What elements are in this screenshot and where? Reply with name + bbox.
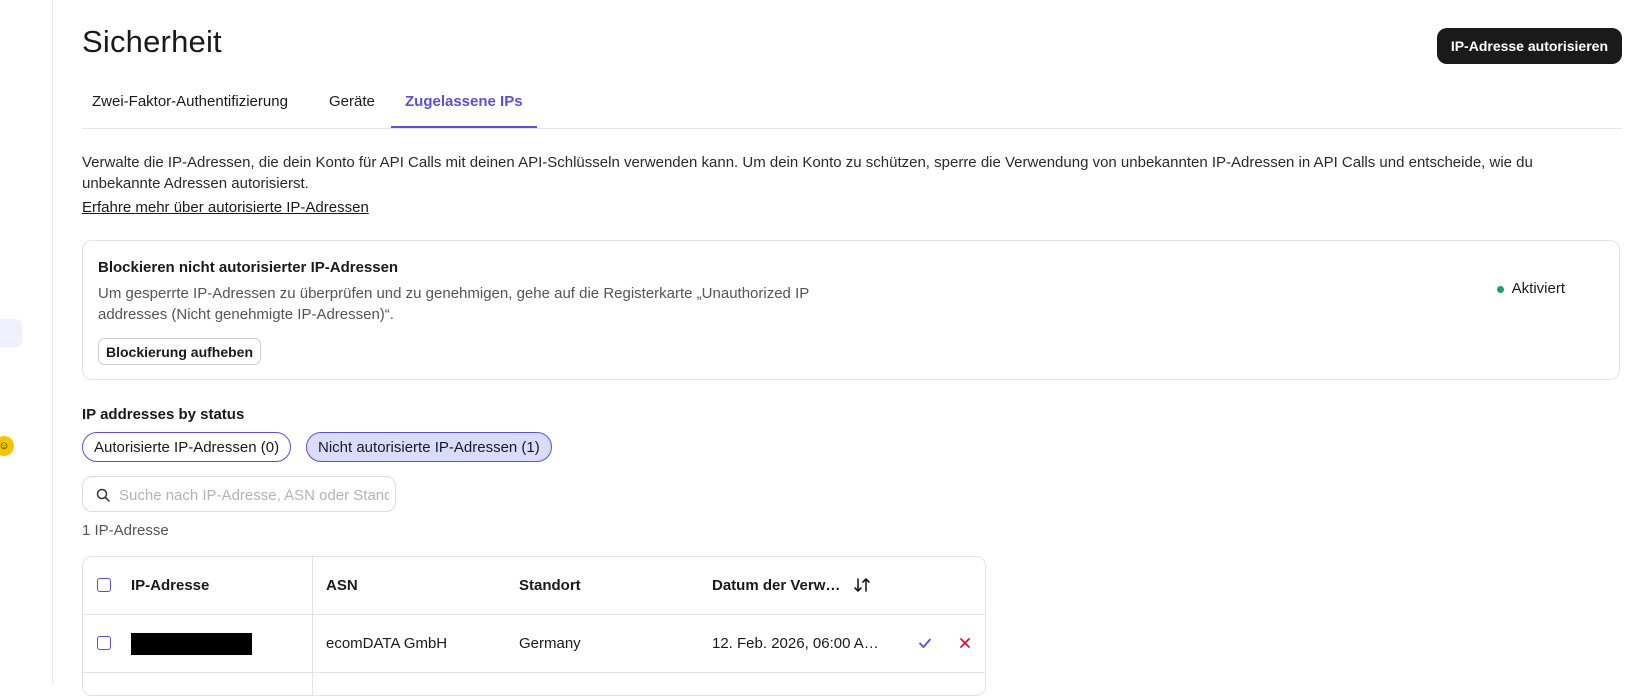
learn-more-link[interactable]: Erfahre mehr über autorisierte IP-Adress… — [82, 199, 369, 216]
status-badge: Aktiviert — [1496, 280, 1565, 297]
authorize-ip-button[interactable]: IP-Adresse autorisieren — [1436, 28, 1622, 64]
cell-asn: ecomDATA GmbH — [326, 635, 448, 652]
cell-location: Germany — [519, 635, 581, 652]
column-date: Datum der Verw… — [712, 577, 841, 594]
table-header: IP-Adresse ASN Standort Datum der Verw… — [83, 557, 985, 615]
block-unauthorized-card: Blockieren nicht autorisierter IP-Adress… — [82, 240, 1620, 380]
select-all-checkbox[interactable] — [97, 578, 111, 592]
status-label: Aktiviert — [1511, 280, 1565, 297]
notification-badge-icon[interactable]: ☺ — [0, 436, 14, 456]
redacted-ip — [131, 633, 252, 655]
column-asn: ASN — [326, 577, 358, 594]
intro-text: Verwalte die IP-Adressen, die dein Konto… — [82, 154, 1533, 192]
ip-table: IP-Adresse ASN Standort Datum der Verw… … — [82, 556, 986, 696]
search-icon — [96, 488, 110, 502]
tab-allowed-ips[interactable]: Zugelassene IPs — [391, 86, 537, 128]
filter-unauthorized[interactable]: Nicht autorisierte IP-Adressen (1) — [306, 432, 552, 462]
close-icon[interactable] — [955, 633, 975, 653]
sort-icon[interactable] — [853, 576, 871, 594]
unblock-button[interactable]: Blockierung aufheben — [98, 338, 262, 365]
cell-date: 12. Feb. 2026, 06:00 A… — [712, 635, 879, 652]
sidebar-active-indicator[interactable] — [0, 319, 22, 347]
column-ip: IP-Adresse — [131, 577, 210, 594]
status-section-label: IP addresses by status — [82, 406, 245, 423]
tab-devices[interactable]: Geräte — [315, 86, 389, 127]
search-box — [82, 476, 396, 513]
card-title: Blockieren nicht autorisierter IP-Adress… — [98, 259, 399, 276]
filter-authorized[interactable]: Autorisierte IP-Adressen (0) — [82, 432, 292, 462]
tab-two-factor[interactable]: Zwei-Faktor-Authentifizierung — [78, 86, 302, 127]
search-input[interactable] — [117, 477, 391, 513]
status-dot-icon — [1496, 285, 1504, 293]
column-location: Standort — [519, 577, 581, 594]
table-row[interactable]: ecomDATA GmbH Germany 12. Feb. 2026, 06:… — [83, 615, 985, 673]
row-checkbox[interactable] — [97, 636, 111, 650]
sidebar: ☺ — [0, 0, 53, 684]
page-title: Sicherheit — [82, 24, 222, 59]
result-count: 1 IP-Adresse — [82, 522, 169, 539]
check-icon[interactable] — [915, 633, 935, 653]
tab-bar: Zwei-Faktor-Authentifizierung Geräte Zug… — [82, 86, 1622, 129]
card-description: Um gesperrte IP-Adressen zu überprüfen u… — [98, 285, 809, 323]
